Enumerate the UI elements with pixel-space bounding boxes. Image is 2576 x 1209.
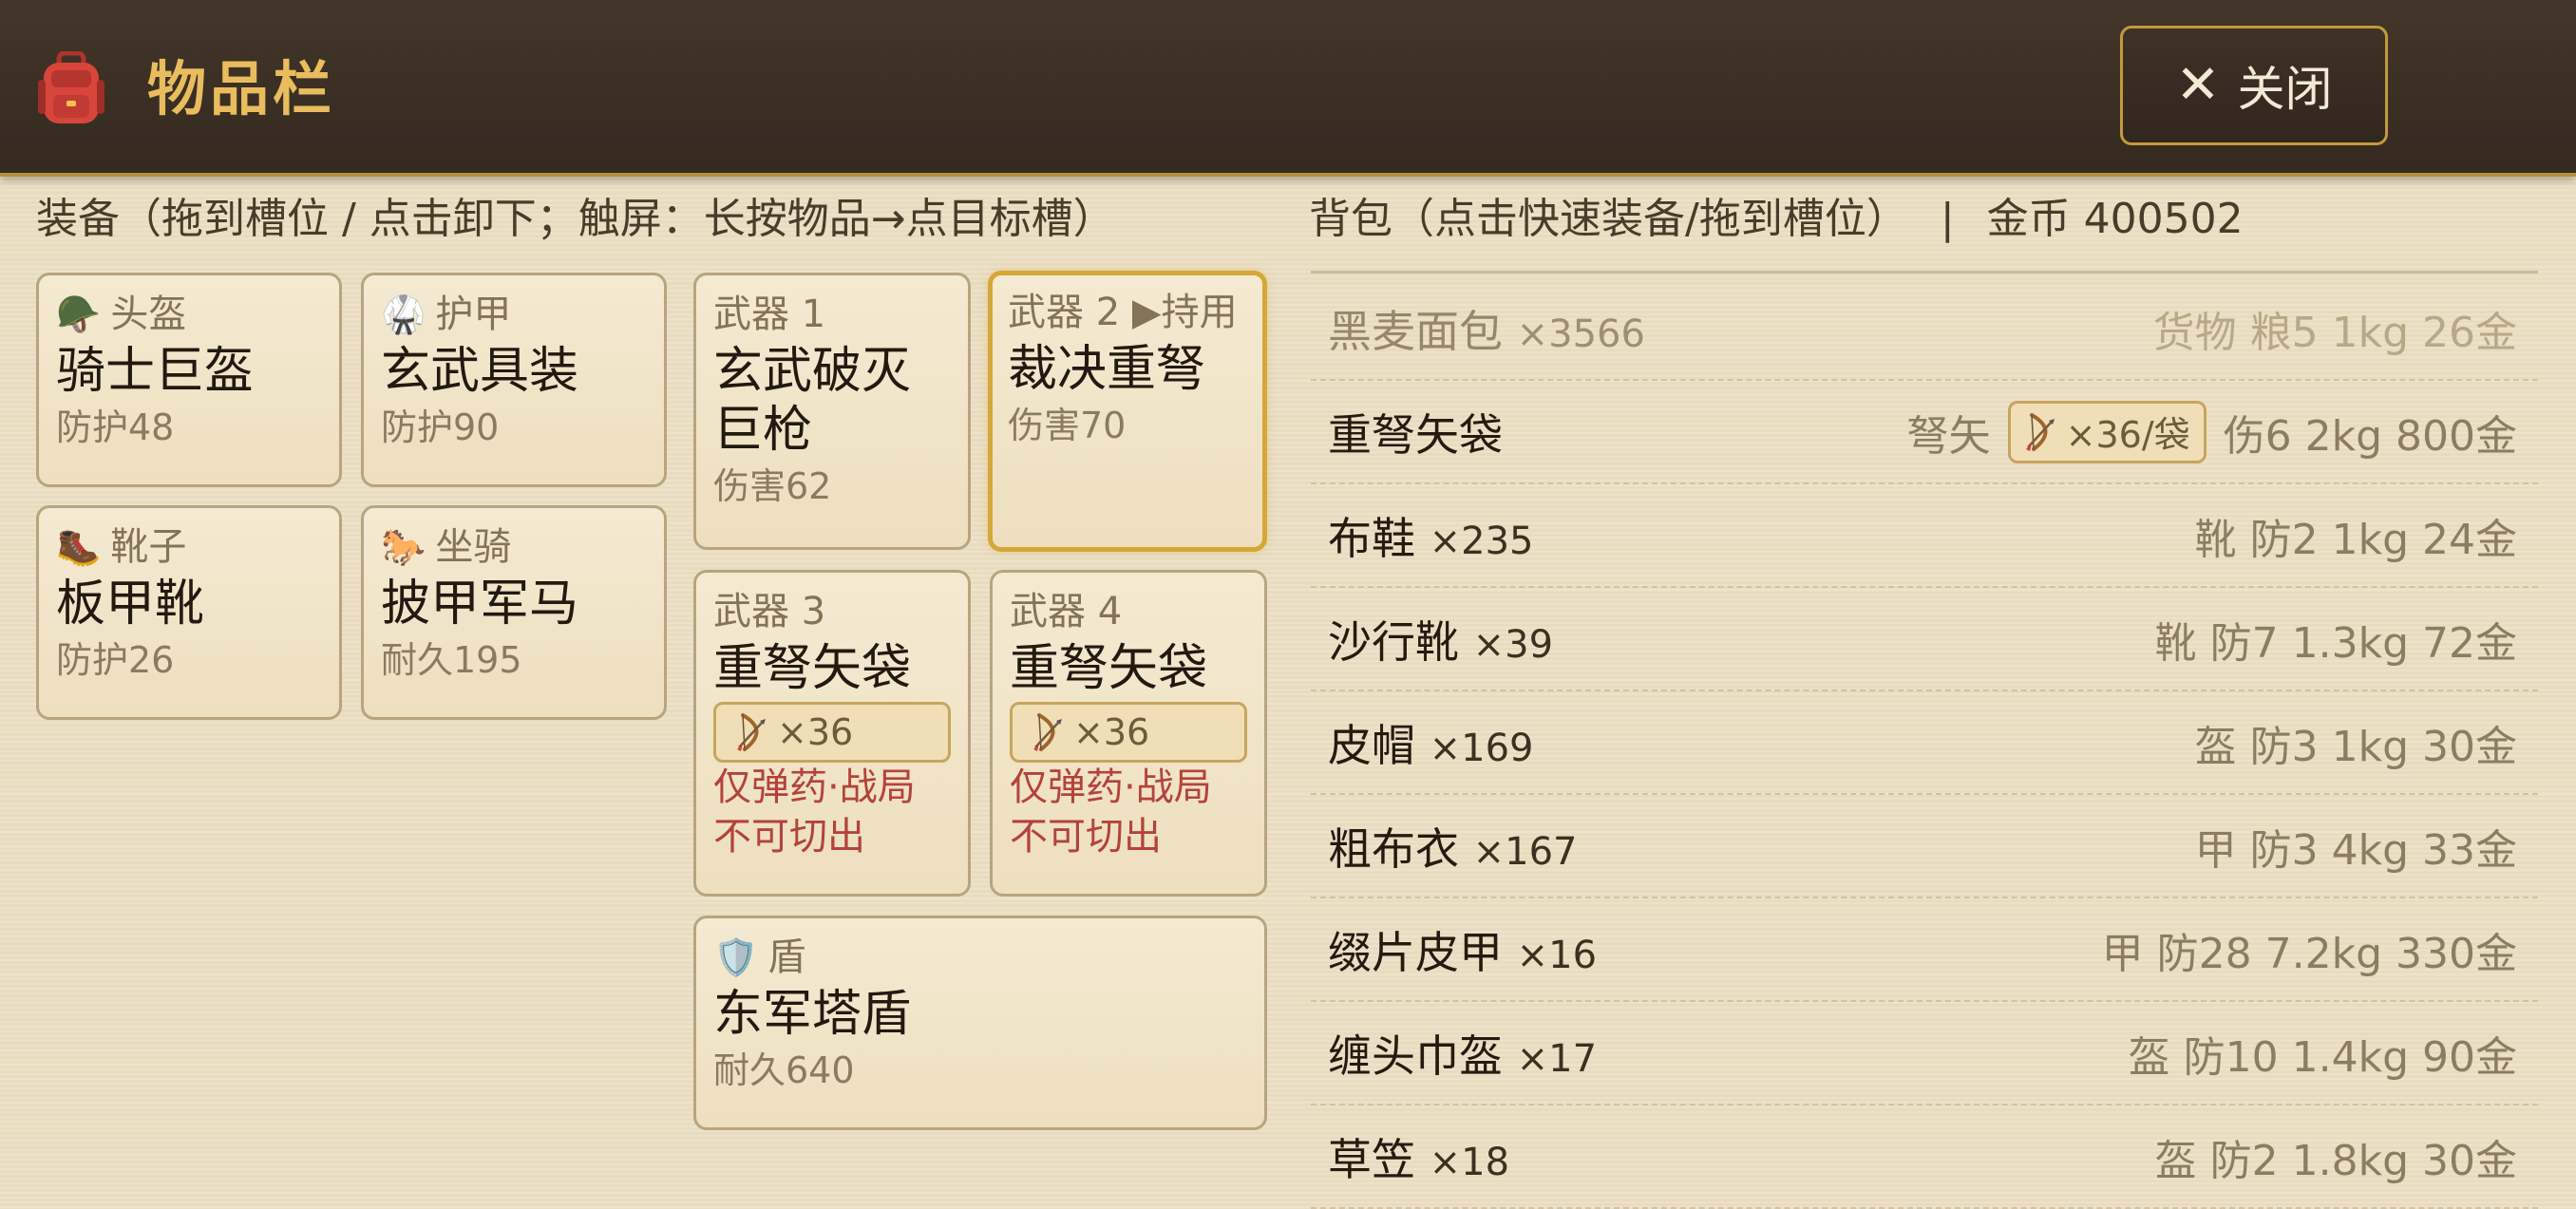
item-count: ×169 — [1429, 726, 1534, 770]
item-meta: 甲 防3 4kg 33金 — [2194, 825, 2517, 875]
item-meta: 甲 防28 7.2kg 330金 — [2101, 929, 2517, 978]
item-name: 缠头巾盔 — [1328, 1030, 1503, 1082]
inventory-section-header: 背包（点击快速装备/拖到槽位） | 金币 400502 — [1309, 186, 2244, 253]
inventory-item[interactable]: 皮帽 ×169 盔 防3 1kg 30金 — [1311, 691, 2538, 795]
equipped-item-name: 玄武破灭巨枪 — [713, 343, 912, 459]
backpack-icon — [38, 51, 104, 123]
item-count: ×3566 — [1516, 312, 1645, 356]
slot-label: 盾 — [767, 935, 806, 979]
ammo-only-warning: 仅弹药·战局不可切出 — [1010, 765, 1212, 859]
inventory-item[interactable]: 粗布衣 ×167 甲 防3 4kg 33金 — [1311, 795, 2538, 898]
item-stat: 耐久195 — [381, 639, 522, 681]
item-meta: 靴 防7 1.3kg 72金 — [2154, 618, 2517, 668]
item-count: ×16 — [1516, 933, 1598, 977]
item-stat: 耐久640 — [713, 1049, 855, 1091]
bow-icon — [735, 711, 773, 753]
inventory-section-label: 背包（点击快速装备/拖到槽位） — [1309, 195, 1908, 243]
item-stat: 防护26 — [56, 639, 175, 681]
slot-label: 武器 4 — [1010, 590, 1123, 633]
equip-slot-weapon-3[interactable]: 武器 3 重弩矢袋 ×36 仅弹药·战局不可切出 — [693, 570, 971, 897]
item-stat: 防护90 — [381, 406, 500, 448]
ammo-count-badge: ×36 — [1010, 702, 1247, 763]
inventory-item[interactable]: 布鞋 ×235 靴 防2 1kg 24金 — [1311, 484, 2538, 588]
inventory-item[interactable]: 缀片皮甲 ×16 甲 防28 7.2kg 330金 — [1311, 898, 2538, 1002]
inventory-item[interactable]: 缠头巾盔 ×17 盔 防10 1.4kg 90金 — [1311, 1002, 2538, 1105]
inventory-item[interactable]: 重弩矢袋 弩矢 ×36/袋 伤6 2kg 800金 — [1311, 381, 2538, 484]
item-count: ×167 — [1472, 829, 1578, 874]
item-name: 布鞋 — [1328, 512, 1415, 564]
inventory-item[interactable]: 黑麦面包 ×3566 货物 粮5 1kg 26金 — [1311, 277, 2538, 381]
item-meta: 盔 防3 1kg 30金 — [2194, 722, 2517, 771]
header-separator: | — [1940, 195, 1955, 243]
ammo-count-badge: ×36 — [713, 702, 951, 763]
ammo-per-pack-badge: ×36/袋 — [2007, 400, 2207, 463]
ammo-count: ×36 — [1073, 711, 1150, 753]
bow-icon — [2024, 411, 2062, 453]
item-name: 草笠 — [1328, 1133, 1415, 1185]
item-stat: 伤害62 — [713, 465, 832, 507]
item-name: 重弩矢袋 — [1328, 408, 1503, 461]
ammo-count: ×36 — [777, 711, 854, 753]
inventory-item[interactable]: 沙行靴 ×39 靴 防7 1.3kg 72金 — [1311, 588, 2538, 691]
ammo-only-warning: 仅弹药·战局不可切出 — [713, 765, 916, 859]
equip-slot-boots[interactable]: 🥾 靴子 板甲靴 防护26 — [36, 505, 342, 720]
item-count: ×235 — [1429, 519, 1534, 563]
item-meta: 靴 防2 1kg 24金 — [2194, 515, 2517, 564]
shield-icon: 🛡️ — [713, 936, 759, 978]
item-stat: 防护48 — [56, 406, 175, 448]
equipped-item-name: 披甲军马 — [381, 576, 579, 633]
inventory-item[interactable]: 草笠 ×18 盔 防2 1.8kg 30金 — [1311, 1105, 2538, 1209]
equip-slot-helmet[interactable]: 🪖 头盔 骑士巨盔 防护48 — [36, 273, 342, 487]
equipped-item-name: 东军塔盾 — [713, 986, 912, 1043]
martial-arts-uniform-icon: 🥋 — [381, 293, 426, 335]
item-name: 沙行靴 — [1328, 615, 1459, 668]
equip-slot-mount[interactable]: 🐎 坐骑 披甲军马 耐久195 — [361, 505, 667, 720]
inventory-divider — [1311, 271, 2538, 274]
item-count: ×18 — [1429, 1140, 1510, 1184]
slot-label: 靴子 — [110, 525, 187, 569]
inventory-title: 物品栏 — [147, 54, 336, 123]
item-stat: 伤害70 — [1008, 405, 1127, 446]
ammo-per-pack: ×36/袋 — [2065, 414, 2190, 456]
equip-slot-weapon-1[interactable]: 武器 1 玄武破灭巨枪 伤害62 — [693, 273, 971, 550]
item-meta: 货物 粮5 1kg 26金 — [2152, 308, 2517, 357]
slot-label: 头盔 — [110, 293, 187, 336]
item-name: 皮帽 — [1328, 719, 1415, 771]
item-count: ×17 — [1516, 1036, 1598, 1081]
item-count: ×39 — [1472, 622, 1554, 667]
bow-icon — [1032, 711, 1070, 753]
equipped-item-name: 板甲靴 — [56, 576, 205, 633]
equipped-item-name: 重弩矢袋 — [1010, 640, 1208, 697]
slot-label: 武器 3 — [713, 590, 826, 633]
equip-slot-shield[interactable]: 🛡️ 盾 东军塔盾 耐久640 — [693, 916, 1267, 1130]
close-label: 关闭 — [2237, 62, 2333, 117]
gold-counter: 金币 400502 — [1986, 195, 2244, 243]
equipped-item-name: 重弩矢袋 — [713, 640, 912, 697]
equipment-section-label: 装备（拖到槽位 / 点击卸下；触屏：长按物品→点目标槽） — [36, 195, 1115, 243]
slot-label: 护甲 — [435, 293, 512, 336]
item-name: 粗布衣 — [1328, 822, 1459, 875]
item-meta: 盔 防2 1.8kg 30金 — [2154, 1136, 2517, 1185]
equipped-item-name: 骑士巨盔 — [56, 343, 255, 400]
item-name: 黑麦面包 — [1328, 305, 1503, 357]
equip-slot-weapon-4[interactable]: 武器 4 重弩矢袋 ×36 仅弹药·战局不可切出 — [990, 570, 1267, 897]
slot-label: 武器 2 ▶持用 — [1008, 291, 1238, 334]
equip-slot-armor[interactable]: 🥋 护甲 玄武具装 防护90 — [361, 273, 667, 487]
horse-icon: 🐎 — [381, 526, 426, 568]
item-meta: 伤6 2kg 800金 — [2223, 411, 2517, 461]
equip-slot-weapon-2-active[interactable]: 武器 2 ▶持用 裁决重弩 伤害70 — [988, 271, 1267, 552]
slot-label: 武器 1 — [713, 293, 826, 336]
slot-label: 坐骑 — [435, 525, 512, 569]
close-icon: ✕ — [2175, 54, 2221, 116]
equipped-item-name: 裁决重弩 — [1008, 341, 1206, 398]
equipped-item-name: 玄武具装 — [381, 343, 579, 400]
item-type: 弩矢 — [1906, 411, 1991, 461]
close-button[interactable]: ✕ 关闭 — [2120, 26, 2388, 145]
helmet-icon: 🪖 — [56, 293, 102, 335]
item-name: 缀片皮甲 — [1328, 926, 1503, 978]
item-meta: 盔 防10 1.4kg 90金 — [2128, 1032, 2517, 1082]
boot-icon: 🥾 — [56, 526, 102, 568]
header-bar: 物品栏 ✕ 关闭 — [0, 0, 2576, 177]
